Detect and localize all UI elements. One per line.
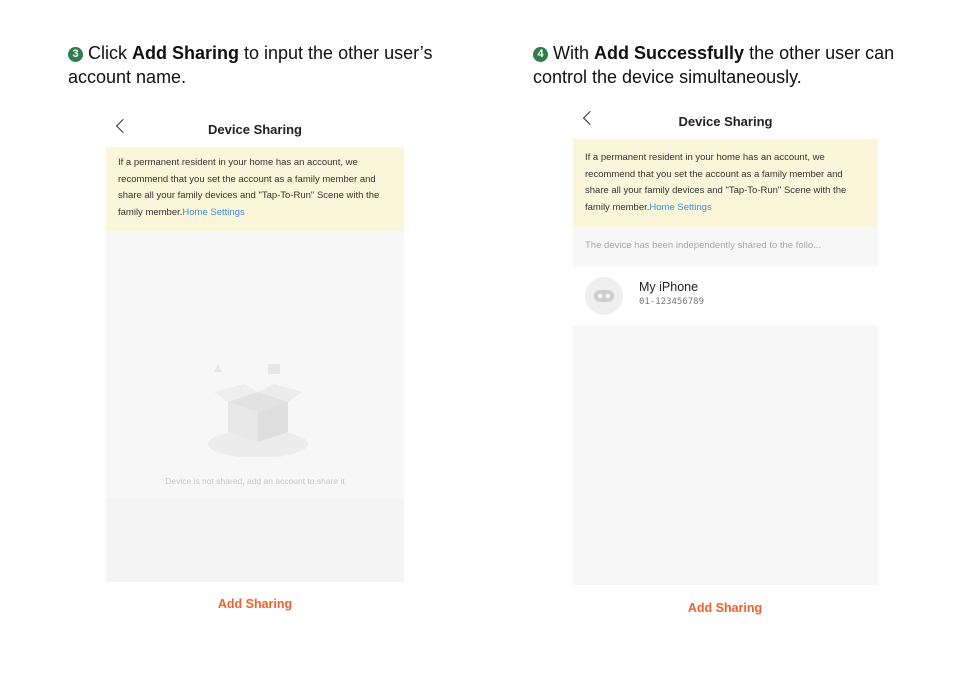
notice-text: If a permanent resident in your home has… — [118, 157, 380, 218]
open-box-icon — [208, 364, 308, 457]
shared-to-note: The device has been independently shared… — [573, 227, 878, 265]
family-notice-banner: If a permanent resident in your home has… — [573, 139, 878, 227]
page-title: Device Sharing — [678, 114, 773, 129]
step-number-badge: 4 — [533, 47, 548, 62]
home-settings-link[interactable]: Home Settings — [182, 207, 244, 218]
step-3-prefix: Click — [88, 43, 132, 63]
home-settings-link[interactable]: Home Settings — [649, 202, 711, 213]
shared-user-name: My iPhone — [639, 280, 699, 294]
add-sharing-button[interactable]: Add Sharing — [625, 601, 825, 615]
add-sharing-button[interactable]: Add Sharing — [155, 597, 355, 611]
device-sharing-screen-shared: Device Sharing If a permanent resident i… — [573, 104, 878, 585]
step-number-badge: 3 — [68, 47, 83, 62]
shared-user-account: 01-123456789 — [639, 297, 705, 307]
shared-user-row[interactable]: My iPhone 01-123456789 — [573, 266, 878, 325]
notice-text: If a permanent resident in your home has… — [585, 152, 847, 213]
step-4-prefix: With — [553, 43, 595, 63]
nav-bar: Device Sharing — [573, 104, 878, 139]
step-3-caption: 3 Click Add Sharing to input the other us… — [68, 41, 488, 89]
robot-face-icon — [585, 277, 623, 315]
step-4-caption: 4 With Add Successfully the other user ca… — [533, 41, 953, 89]
empty-area — [106, 498, 404, 582]
empty-state-text: Device is not shared, add an account to … — [165, 476, 345, 486]
page-title: Device Sharing — [208, 122, 302, 137]
step-4-bold: Add Successfully — [594, 43, 745, 63]
device-sharing-screen-empty: Device Sharing If a permanent resident i… — [106, 112, 404, 582]
family-notice-banner: If a permanent resident in your home has… — [106, 147, 404, 231]
nav-bar: Device Sharing — [106, 112, 404, 147]
step-3-bold: Add Sharing — [132, 43, 239, 63]
